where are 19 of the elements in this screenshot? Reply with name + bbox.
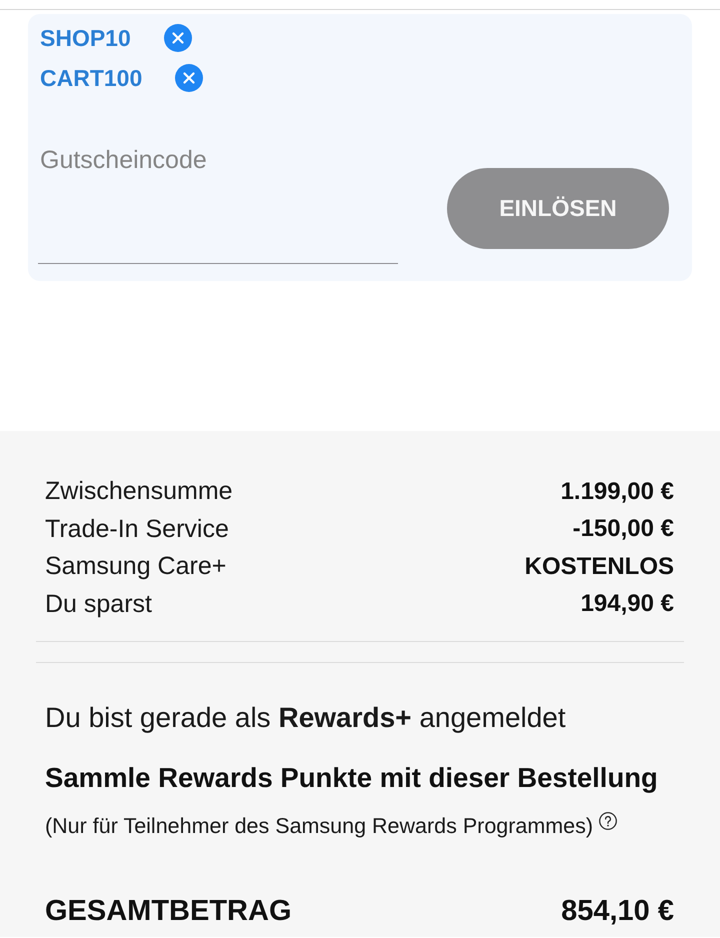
- summary-label: Du sparst: [45, 590, 152, 619]
- remove-code-icon[interactable]: [175, 64, 204, 92]
- summary-label: Zwischensumme: [45, 477, 233, 506]
- summary-value: 1.199,00 €: [560, 478, 674, 506]
- coupon-code-field[interactable]: Gutscheincode: [38, 145, 398, 264]
- summary-label: Samsung Care+: [45, 552, 226, 582]
- summary-value: 194,90 €: [580, 590, 674, 618]
- summary-label: Trade-In Service: [45, 514, 229, 544]
- summary-value: -150,00 €: [572, 515, 674, 544]
- help-icon[interactable]: [599, 812, 618, 830]
- remove-code-icon[interactable]: [164, 24, 192, 52]
- total-label: GESAMTBETRAG: [45, 894, 292, 929]
- total-value: 854,10 €: [561, 894, 674, 929]
- summary-value: KOSTENLOS: [524, 552, 674, 581]
- rewards-heading: Sammle Rewards Punkte mit dieser Bestellung: [45, 761, 658, 795]
- coupon-code: CART100: [40, 64, 142, 92]
- rewards-status-text: Du bist gerade als Rewards+ angemeldet: [45, 701, 566, 735]
- rewards-note: (Nur für Teilnehmer des Samsung Rewards Programmes): [45, 813, 594, 840]
- coupon-code: SHOP10: [40, 24, 131, 52]
